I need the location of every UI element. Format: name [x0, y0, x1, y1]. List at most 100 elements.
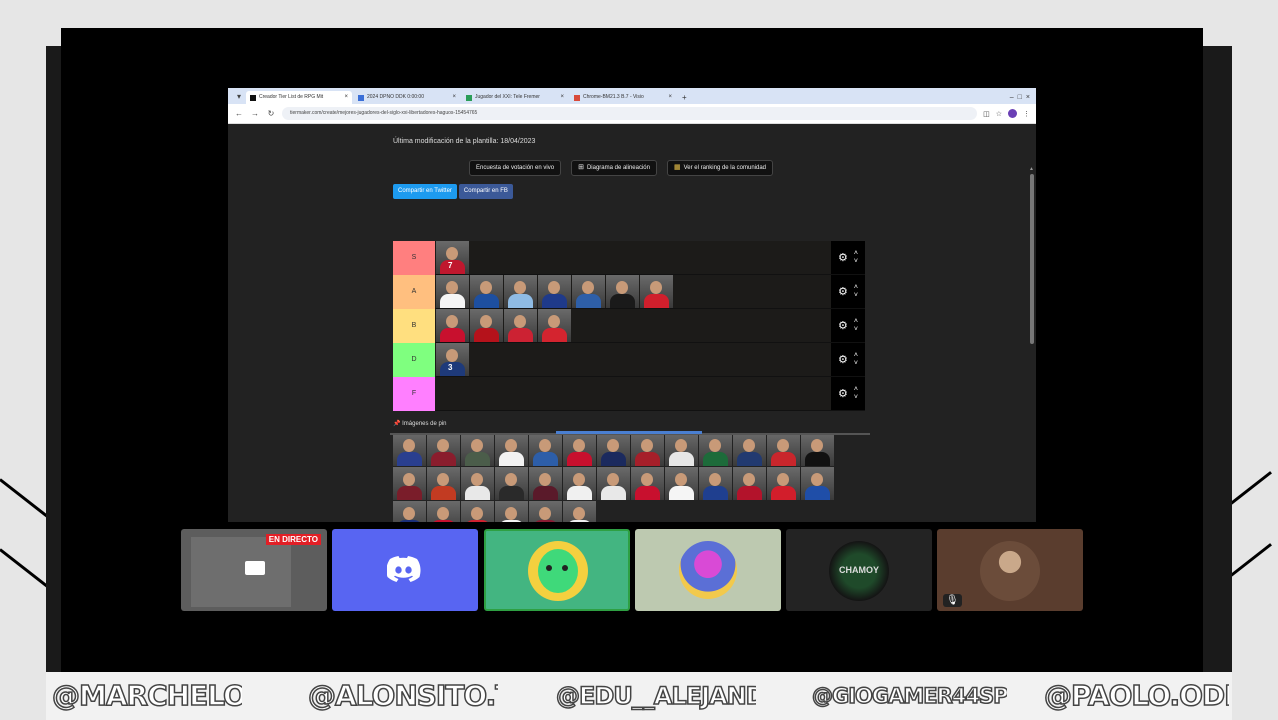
player-card[interactable]: [504, 275, 537, 308]
player-card[interactable]: [699, 433, 732, 466]
player-card[interactable]: [436, 275, 469, 308]
player-card[interactable]: [393, 467, 426, 500]
bookmark-star-icon[interactable]: ☆: [996, 110, 1002, 118]
player-card[interactable]: [801, 433, 834, 466]
player-card[interactable]: 7: [436, 241, 469, 274]
move-up-icon[interactable]: ˄: [854, 250, 858, 258]
move-down-icon[interactable]: ˅: [854, 292, 858, 300]
player-card[interactable]: [699, 467, 732, 500]
tier-label[interactable]: D: [393, 343, 435, 377]
close-tab-icon[interactable]: ×: [668, 91, 672, 104]
player-card[interactable]: [563, 467, 596, 500]
new-tab-icon[interactable]: +: [678, 91, 691, 104]
browser-tab[interactable]: Chrome-BM21.3 B.7 - Visio ×: [570, 91, 676, 104]
close-tab-icon[interactable]: ×: [452, 91, 456, 104]
forward-icon[interactable]: →: [250, 109, 260, 118]
minimize-icon[interactable]: –: [1010, 91, 1014, 104]
participant-tile-screen-share[interactable]: EN DIRECTO: [181, 529, 327, 611]
player-card[interactable]: [606, 275, 639, 308]
move-up-icon[interactable]: ˄: [854, 386, 858, 394]
player-card[interactable]: [597, 467, 630, 500]
close-tab-icon[interactable]: ×: [344, 91, 348, 104]
player-card[interactable]: [801, 467, 834, 500]
player-card[interactable]: [572, 275, 605, 308]
move-down-icon[interactable]: ˅: [854, 326, 858, 334]
gear-icon[interactable]: ⚙: [838, 285, 848, 298]
player-card[interactable]: [767, 433, 800, 466]
tier-label[interactable]: A: [393, 275, 435, 309]
player-card[interactable]: [640, 275, 673, 308]
player-card[interactable]: [470, 309, 503, 342]
player-card[interactable]: [495, 501, 528, 522]
player-card[interactable]: [393, 501, 426, 522]
tier-label[interactable]: F: [393, 377, 435, 411]
player-card[interactable]: [529, 467, 562, 500]
player-card[interactable]: [495, 433, 528, 466]
back-icon[interactable]: ←: [234, 109, 244, 118]
player-card[interactable]: [436, 309, 469, 342]
player-card[interactable]: [504, 309, 537, 342]
participant-tile-discord[interactable]: [332, 529, 478, 611]
player-card[interactable]: [538, 309, 571, 342]
move-down-icon[interactable]: ˅: [854, 360, 858, 368]
player-card[interactable]: [461, 433, 494, 466]
player-card[interactable]: [529, 433, 562, 466]
share-twitter-button[interactable]: Compartir en Twitter: [393, 184, 457, 199]
participant-tile-photo-avatar[interactable]: 🎙: [937, 529, 1083, 611]
player-card[interactable]: [427, 433, 460, 466]
participant-tile-colorful-avatar[interactable]: [635, 529, 781, 611]
live-poll-button[interactable]: Encuesta de votación en vivo: [469, 160, 562, 176]
player-card[interactable]: [461, 501, 494, 522]
player-card[interactable]: [427, 467, 460, 500]
player-card[interactable]: [631, 433, 664, 466]
maximize-icon[interactable]: □: [1018, 91, 1022, 104]
gear-icon[interactable]: ⚙: [838, 353, 848, 366]
player-card[interactable]: [665, 433, 698, 466]
browser-tab[interactable]: Jugador del XXI: Tele Fremer ×: [462, 91, 568, 104]
tab-label: 2024 DPNO DDK 0:00:00: [367, 94, 424, 100]
player-card[interactable]: [733, 433, 766, 466]
scrollbar[interactable]: [1030, 174, 1034, 344]
player-card[interactable]: [470, 275, 503, 308]
close-tab-icon[interactable]: ×: [560, 91, 564, 104]
move-down-icon[interactable]: ˅: [854, 258, 858, 266]
gear-icon[interactable]: ⚙: [838, 387, 848, 400]
player-card[interactable]: [495, 467, 528, 500]
tier-label[interactable]: B: [393, 309, 435, 343]
profile-avatar[interactable]: [1008, 109, 1017, 118]
translate-icon[interactable]: ◫: [983, 110, 990, 118]
reload-icon[interactable]: ↻: [266, 109, 276, 118]
tab-search-icon[interactable]: ▾: [232, 90, 246, 104]
move-up-icon[interactable]: ˄: [854, 284, 858, 292]
participant-tile-green-avatar[interactable]: [484, 529, 630, 611]
gear-icon[interactable]: ⚙: [838, 251, 848, 264]
tier-label[interactable]: S: [393, 241, 435, 275]
move-down-icon[interactable]: ˅: [854, 394, 858, 402]
player-card[interactable]: 3: [436, 343, 469, 376]
participant-tile-chamoy[interactable]: CHAMOY: [786, 529, 932, 611]
lineup-diagram-button[interactable]: ⊞ Diagrama de alineación: [571, 160, 657, 176]
move-up-icon[interactable]: ˄: [854, 352, 858, 360]
player-card[interactable]: [665, 467, 698, 500]
browser-tab[interactable]: Creador Tier List de RPG Mit ×: [246, 91, 352, 104]
gear-icon[interactable]: ⚙: [838, 319, 848, 332]
player-card[interactable]: [631, 467, 664, 500]
browser-tab[interactable]: 2024 DPNO DDK 0:00:00 ×: [354, 91, 460, 104]
menu-icon[interactable]: ⋮: [1023, 110, 1030, 118]
scroll-up-icon[interactable]: ▲: [1029, 166, 1034, 172]
player-card[interactable]: [427, 501, 460, 522]
community-ranking-button[interactable]: ▦ Ver el ranking de la comunidad: [666, 160, 773, 176]
move-up-icon[interactable]: ˄: [854, 318, 858, 326]
share-facebook-button[interactable]: Compartir en FB: [458, 184, 513, 199]
close-window-icon[interactable]: ×: [1026, 91, 1030, 104]
player-card[interactable]: [563, 501, 596, 522]
player-card[interactable]: [733, 467, 766, 500]
player-card[interactable]: [393, 433, 426, 466]
player-card[interactable]: [767, 467, 800, 500]
player-card[interactable]: [597, 433, 630, 466]
player-card[interactable]: [461, 467, 494, 500]
player-card[interactable]: [538, 275, 571, 308]
player-card[interactable]: [563, 433, 596, 466]
player-card[interactable]: [529, 501, 562, 522]
address-bar[interactable]: tiermaker.com/create/mejores-jugadores-d…: [282, 107, 978, 120]
